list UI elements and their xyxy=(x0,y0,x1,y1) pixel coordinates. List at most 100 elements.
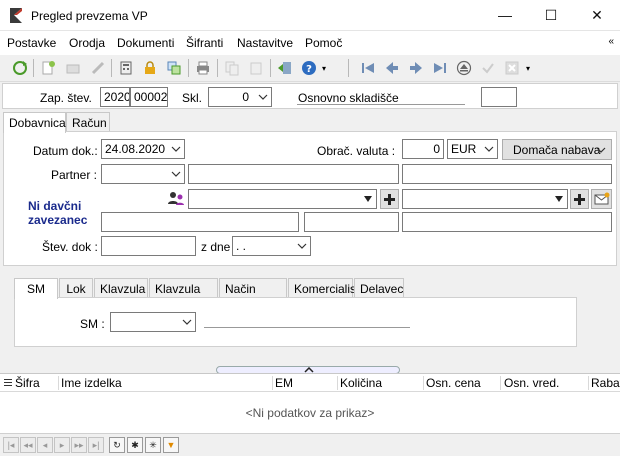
send-email-button[interactable] xyxy=(591,189,612,209)
col-em[interactable]: EM xyxy=(275,376,293,390)
tab-lok[interactable]: Lok xyxy=(59,278,93,298)
grid-empty-message: <Ni podatkov za prikaz> xyxy=(245,406,375,420)
nav-prev-icon[interactable]: ◂ xyxy=(37,437,53,453)
calculator-icon[interactable] xyxy=(116,58,136,78)
transfer-icon[interactable] xyxy=(164,58,184,78)
nav-prev-page-icon[interactable]: ◂◂ xyxy=(20,437,36,453)
col-osn-cena[interactable]: Osn. cena xyxy=(426,376,481,390)
obrac-amount-field[interactable]: 0 xyxy=(402,139,444,159)
previous-record-icon[interactable] xyxy=(382,58,402,78)
currency-select[interactable]: EUR xyxy=(447,139,498,159)
ni-davcni-zavezanec-label: Ni davčni zavezanec xyxy=(28,199,88,227)
sm-label: SM : xyxy=(80,317,105,331)
chevron-down-icon xyxy=(182,319,192,325)
exit-icon[interactable] xyxy=(275,58,295,78)
first-record-icon[interactable] xyxy=(358,58,378,78)
city-field[interactable] xyxy=(402,212,612,232)
menu-sifranti[interactable]: Šifranti xyxy=(186,36,223,50)
z-dne-date-picker[interactable]: . . xyxy=(232,236,311,256)
help-icon[interactable]: ? xyxy=(299,58,319,78)
menu-dokumenti[interactable]: Dokumenti xyxy=(117,36,174,50)
domaca-nabava-dropdown[interactable]: Domača nabava xyxy=(502,139,612,160)
datum-label: Datum dok.: xyxy=(33,144,98,158)
header-extra-field[interactable] xyxy=(481,87,517,107)
next-record-icon[interactable] xyxy=(406,58,426,78)
row-selector-icon[interactable] xyxy=(4,379,12,387)
contact-select[interactable] xyxy=(402,189,568,209)
contacts-people-icon[interactable] xyxy=(167,190,185,206)
z-dne-label: z dne xyxy=(201,240,231,254)
z-dne-value: . . xyxy=(236,239,247,253)
menu-nastavitve[interactable]: Nastavitve xyxy=(237,36,293,50)
zap-stev-label: Zap. štev. xyxy=(40,91,92,105)
lock-icon[interactable] xyxy=(140,58,160,78)
tab-racun[interactable]: Račun xyxy=(66,112,110,132)
new-document-icon[interactable] xyxy=(38,58,58,78)
refresh-icon[interactable] xyxy=(10,58,30,78)
edit-icon[interactable] xyxy=(88,58,108,78)
chevron-down-icon xyxy=(596,147,606,153)
last-record-icon[interactable] xyxy=(430,58,450,78)
datum-picker[interactable]: 24.08.2020 xyxy=(101,139,185,159)
stev-dok-field[interactable] xyxy=(101,236,196,256)
chevron-down-icon xyxy=(171,146,181,152)
close-button[interactable]: ✕ xyxy=(574,0,620,31)
nav-sparkle-icon[interactable]: ✳ xyxy=(145,437,161,453)
toolbar: ? ▾ ▾ xyxy=(0,55,620,82)
paste-icon[interactable] xyxy=(246,58,266,78)
open-folder-icon[interactable] xyxy=(63,58,83,78)
menu-postavke[interactable]: Postavke xyxy=(7,36,56,50)
partner-label: Partner : xyxy=(51,168,98,182)
menu-orodja[interactable]: Orodja xyxy=(69,36,105,50)
add-contact-button[interactable] xyxy=(570,189,589,209)
tab-delavec[interactable]: Delavec xyxy=(354,278,404,298)
tab-klavzula[interactable]: Klavzula xyxy=(94,278,148,298)
plus-icon xyxy=(384,193,395,205)
zap-year-field[interactable]: 2020 xyxy=(100,87,130,107)
confirm-check-icon[interactable] xyxy=(478,58,498,78)
menu-overflow-chevron-icon[interactable]: « xyxy=(608,36,614,47)
warehouse-select-value: 0 xyxy=(242,90,249,104)
nav-next-page-icon[interactable]: ▸▸ xyxy=(71,437,87,453)
minimize-button[interactable]: — xyxy=(482,0,528,31)
col-osn-vred[interactable]: Osn. vred. xyxy=(504,376,559,390)
nav-filter-icon[interactable]: ▼ xyxy=(163,437,179,453)
title-bar: Pregled prevzema VP — ☐ ✕ xyxy=(0,0,620,31)
warehouse-name: Osnovno skladišče xyxy=(298,91,399,105)
maximize-button[interactable]: ☐ xyxy=(528,0,574,31)
chevron-down-icon xyxy=(258,94,268,100)
tab-nacin-placila[interactable]: Način plačila xyxy=(219,278,287,310)
nav-asterisk-icon[interactable]: ✱ xyxy=(127,437,143,453)
nav-next-icon[interactable]: ▸ xyxy=(54,437,70,453)
partner-select[interactable] xyxy=(101,164,185,184)
address-select[interactable] xyxy=(188,189,377,209)
nav-refresh-icon[interactable]: ↻ xyxy=(109,437,125,453)
currency-value: EUR xyxy=(451,142,477,156)
tab-komercialist[interactable]: Komercialist xyxy=(288,278,359,298)
copy-icon[interactable] xyxy=(222,58,242,78)
tab-sm[interactable]: SM xyxy=(14,278,58,299)
col-sifra[interactable]: Šifra xyxy=(15,376,40,390)
address-line-field[interactable] xyxy=(101,212,299,232)
partner-name-field[interactable] xyxy=(188,164,399,184)
tab-dobavnica[interactable]: Dobavnica xyxy=(3,112,66,133)
tab-klavzula-2[interactable]: Klavzula #2 xyxy=(149,278,218,310)
eject-icon[interactable] xyxy=(454,58,474,78)
more-actions-chevron-icon[interactable]: ▾ xyxy=(526,64,530,73)
print-icon[interactable] xyxy=(193,58,213,78)
zap-number-field[interactable]: 00002 xyxy=(130,87,168,107)
nav-last-icon[interactable]: ▸| xyxy=(88,437,104,453)
domaca-nabava-label: Domača nabava xyxy=(513,142,601,157)
nav-first-icon[interactable]: |◂ xyxy=(3,437,19,453)
col-ime-izdelka[interactable]: Ime izdelka xyxy=(61,376,122,390)
partner-extra-field[interactable] xyxy=(402,164,612,184)
menu-pomoc[interactable]: Pomoč xyxy=(305,36,342,50)
postal-field[interactable] xyxy=(304,212,399,232)
col-rabat[interactable]: Rabat xyxy=(591,376,620,390)
warehouse-select[interactable]: 0 xyxy=(208,87,272,107)
help-dropdown-chevron-icon[interactable]: ▾ xyxy=(322,64,326,73)
col-kolicina[interactable]: Količina xyxy=(340,376,382,390)
add-address-button[interactable] xyxy=(380,189,399,209)
cancel-x-icon[interactable] xyxy=(502,58,522,78)
sm-select[interactable] xyxy=(110,312,196,332)
